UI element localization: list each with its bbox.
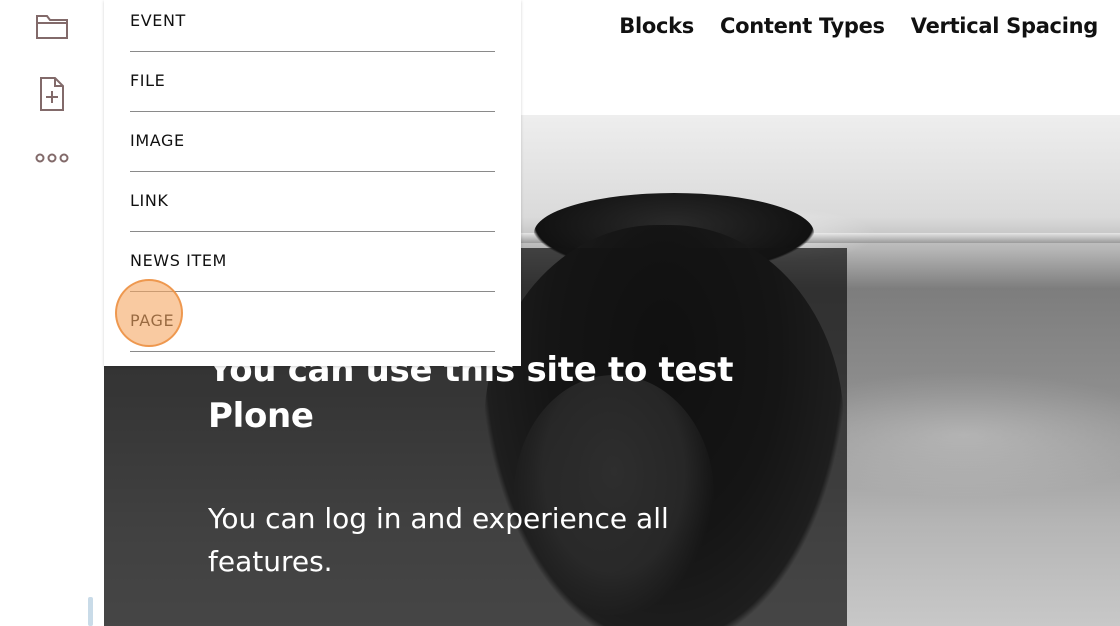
nav-item-content-types[interactable]: Content Types	[720, 14, 885, 38]
menu-item-link[interactable]: LINK	[130, 172, 495, 232]
folder-icon	[36, 15, 68, 39]
menu-item-page[interactable]: PAGE	[130, 292, 495, 352]
menu-item-label: PAGE	[130, 311, 175, 330]
menu-item-label: IMAGE	[130, 131, 185, 150]
menu-item-image[interactable]: IMAGE	[130, 112, 495, 172]
nav-item-blocks[interactable]: Blocks	[619, 14, 694, 38]
menu-item-event[interactable]: EVENT	[130, 0, 495, 52]
toolbar-scrollbar[interactable]	[88, 597, 93, 626]
add-button[interactable]	[28, 70, 76, 118]
menu-item-label: LINK	[130, 191, 169, 210]
menu-item-file[interactable]: FILE	[130, 52, 495, 112]
menu-item-label: FILE	[130, 71, 166, 90]
more-button[interactable]	[28, 134, 76, 182]
hero-description: You can log in and experience all featur…	[208, 502, 669, 578]
menu-item-label: EVENT	[130, 11, 186, 30]
contents-button[interactable]	[28, 2, 76, 50]
main-nav: Blocks Content Types Vertical Spacing	[619, 14, 1098, 38]
menu-item-label: NEWS ITEM	[130, 251, 227, 270]
toolbar	[0, 0, 104, 626]
nav-item-vertical-spacing[interactable]: Vertical Spacing	[911, 14, 1099, 38]
menu-item-news-item[interactable]: NEWS ITEM	[130, 232, 495, 292]
add-page-icon	[40, 77, 64, 111]
add-content-menu: EVENT FILE IMAGE LINK NEWS ITEM PAGE	[104, 0, 521, 366]
more-icon	[35, 153, 69, 163]
